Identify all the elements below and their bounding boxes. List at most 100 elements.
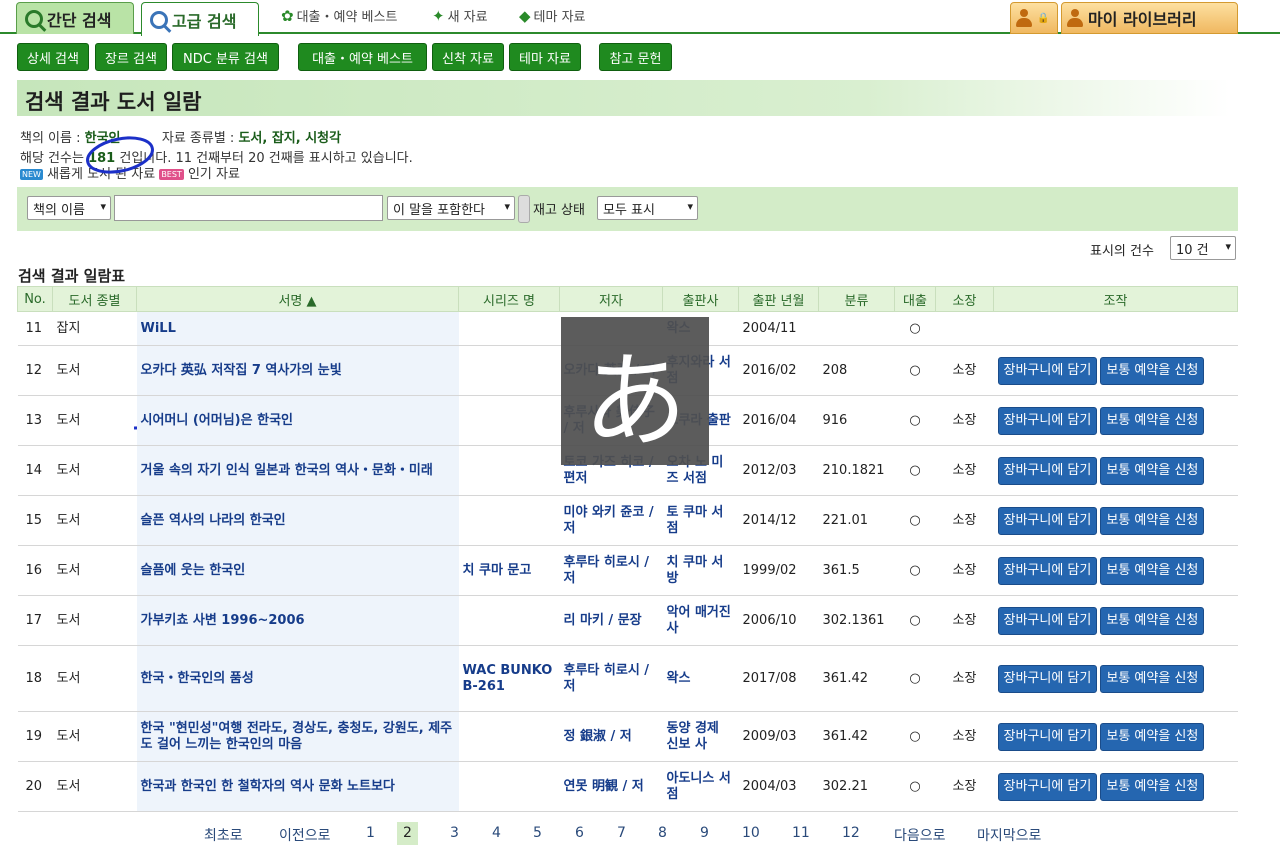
reserve-button[interactable]: 보통 예약을 신청 xyxy=(1100,406,1205,435)
add-to-cart-button[interactable]: 장바구니에 담기 xyxy=(997,406,1098,435)
row-no: 18 xyxy=(17,645,53,712)
row-class: 361.42 xyxy=(818,645,895,712)
add-to-cart-button[interactable]: 장바구니에 담기 xyxy=(997,606,1098,635)
reserve-button[interactable]: 보통 예약을 신청 xyxy=(1100,772,1205,801)
row-no: 20 xyxy=(17,761,53,812)
row-actions: 장바구니에 담기 보통 예약을 신청 xyxy=(993,595,1238,646)
row-date: 2012/03 xyxy=(738,445,819,496)
search-input[interactable] xyxy=(114,195,383,221)
row-publisher[interactable]: 치 쿠마 서방 xyxy=(662,545,739,596)
reserve-button[interactable]: 보통 예약을 신청 xyxy=(1100,456,1205,485)
reserve-button[interactable]: 보통 예약을 신청 xyxy=(1100,664,1205,693)
pager-first[interactable]: 최초로 xyxy=(204,825,243,845)
row-author[interactable]: 리 마키 / 문장 xyxy=(559,595,663,646)
pager-page-current: 2 xyxy=(397,822,418,845)
row-actions: 장바구니에 담기 보통 예약을 신청 xyxy=(993,545,1238,596)
field-select[interactable]: 책의 이름 xyxy=(27,196,111,220)
reserve-button[interactable]: 보통 예약을 신청 xyxy=(1100,722,1205,751)
stock-select[interactable]: 모두 표시 xyxy=(597,196,698,220)
col-date[interactable]: 출판 년월 xyxy=(738,286,819,312)
pager-last[interactable]: 마지막으로 xyxy=(977,825,1041,845)
reserve-button[interactable]: 보통 예약을 신청 xyxy=(1100,606,1205,635)
row-author[interactable]: 미야 와키 쥰코 / 저 xyxy=(559,495,663,546)
row-title-link[interactable]: 한국과 한국인 한 철학자의 역사 문화 노트보다 xyxy=(136,761,459,812)
row-class: 916 xyxy=(818,395,895,446)
row-type: 도서 xyxy=(52,545,137,596)
row-class: 361.5 xyxy=(818,545,895,596)
col-actions: 조작 xyxy=(993,286,1238,312)
row-title-link[interactable]: 한국・한국인의 품성 xyxy=(136,645,459,712)
row-title-link[interactable]: 가부키쵸 사변 1996~2006 xyxy=(136,595,459,646)
row-class: 361.42 xyxy=(818,711,895,762)
pager-next[interactable]: 다음으로 xyxy=(894,825,946,845)
add-to-cart-button[interactable]: 장바구니에 담기 xyxy=(997,722,1098,751)
col-publisher[interactable]: 출판사 xyxy=(662,286,739,312)
row-series xyxy=(458,345,560,396)
pager-page[interactable]: 11 xyxy=(792,825,810,841)
row-type: 도서 xyxy=(52,345,137,396)
pager-page[interactable]: 4 xyxy=(492,825,501,841)
row-author[interactable]: 후루타 히로시 / 저 xyxy=(559,545,663,596)
row-date: 1999/02 xyxy=(738,545,819,596)
col-series[interactable]: 시리즈 명 xyxy=(458,286,560,312)
row-series xyxy=(458,311,560,346)
col-type[interactable]: 도서 종별 xyxy=(52,286,137,312)
row-title-link[interactable]: 한국 "현민성"여행 전라도, 경상도, 충청도, 강원도, 제주도 걸어 느끼… xyxy=(136,711,459,762)
row-title-link[interactable]: WiLL xyxy=(136,311,459,346)
pager-page[interactable]: 10 xyxy=(742,825,760,841)
table-row: 17 도서 가부키쵸 사변 1996~2006 리 마키 / 문장 악어 매거진 사 20… xyxy=(17,595,1238,646)
col-author[interactable]: 저자 xyxy=(559,286,663,312)
row-publisher[interactable]: 토 쿠마 서점 xyxy=(662,495,739,546)
row-title-link[interactable]: 슬픈 역사의 나라의 한국인 xyxy=(136,495,459,546)
pager-page[interactable]: 8 xyxy=(658,825,667,841)
row-actions xyxy=(993,311,1238,346)
reserve-button[interactable]: 보통 예약을 신청 xyxy=(1100,556,1205,585)
row-series xyxy=(458,761,560,812)
pager-page[interactable]: 5 xyxy=(533,825,542,841)
row-title-link[interactable]: 슬픔에 웃는 한국인 xyxy=(136,545,459,596)
reserve-button[interactable]: 보통 예약을 신청 xyxy=(1100,506,1205,535)
match-select[interactable]: 이 말을 포함한다 xyxy=(387,196,515,220)
col-title[interactable]: 서명 ▲ xyxy=(136,286,459,312)
row-title-link[interactable]: 오카다 英弘 저작집 7 역사가의 눈빛 xyxy=(136,345,459,396)
row-date: 2004/03 xyxy=(738,761,819,812)
row-publisher[interactable]: 왁스 xyxy=(662,645,739,712)
table-row: 20 도서 한국과 한국인 한 철학자의 역사 문화 노트보다 연못 明観 / 저 아도… xyxy=(17,761,1238,812)
reserve-button[interactable]: 보통 예약을 신청 xyxy=(1100,356,1205,385)
row-series xyxy=(458,595,560,646)
row-type: 도서 xyxy=(52,711,137,762)
col-class[interactable]: 분류 xyxy=(818,286,895,312)
row-type: 잡지 xyxy=(52,311,137,346)
pager-page[interactable]: 12 xyxy=(842,825,860,841)
add-to-cart-button[interactable]: 장바구니에 담기 xyxy=(997,772,1098,801)
add-to-cart-button[interactable]: 장바구니에 담기 xyxy=(997,664,1098,693)
pager-page[interactable]: 9 xyxy=(700,825,709,841)
row-class: 302.21 xyxy=(818,761,895,812)
pager-page[interactable]: 7 xyxy=(617,825,626,841)
row-publisher[interactable]: 아도니스 서점 xyxy=(662,761,739,812)
row-author[interactable]: 연못 明観 / 저 xyxy=(559,761,663,812)
row-holding: 소장 xyxy=(935,395,994,446)
table-row: 16 도서 슬픔에 웃는 한국인 치 쿠마 문고 후루타 히로시 / 저치 쿠마 서방 1… xyxy=(17,545,1238,596)
row-title-link[interactable]: 시어머니 (어머님)은 한국인 xyxy=(136,395,459,446)
add-to-cart-button[interactable]: 장바구니에 담기 xyxy=(997,556,1098,585)
add-to-cart-button[interactable]: 장바구니에 담기 xyxy=(997,356,1098,385)
pager-page[interactable]: 3 xyxy=(450,825,459,841)
add-to-cart-button[interactable]: 장바구니에 담기 xyxy=(997,456,1098,485)
table-caption: 검색 결과 일람표 xyxy=(18,267,126,285)
pager-page[interactable]: 1 xyxy=(366,825,375,841)
row-publisher[interactable]: 악어 매거진 사 xyxy=(662,595,739,646)
pager-page[interactable]: 6 xyxy=(575,825,584,841)
row-holding: 소장 xyxy=(935,445,994,496)
row-publisher[interactable]: 동양 경제 신보 사 xyxy=(662,711,739,762)
row-author[interactable]: 후루타 히로시 / 저 xyxy=(559,645,663,712)
row-series[interactable]: 치 쿠마 문고 xyxy=(458,545,560,596)
row-title-link[interactable]: 거울 속의 자기 인식 일본과 한국의 역사・문화・미래 xyxy=(136,445,459,496)
row-series[interactable]: WAC BUNKO B-261 xyxy=(458,645,560,712)
scroll-handle[interactable] xyxy=(518,195,530,223)
pager-prev[interactable]: 이전으로 xyxy=(279,825,331,845)
display-count-select[interactable]: 10 건 xyxy=(1170,236,1236,260)
row-loan-status: ○ xyxy=(894,711,936,762)
add-to-cart-button[interactable]: 장바구니에 담기 xyxy=(997,506,1098,535)
row-author[interactable]: 정 銀淑 / 저 xyxy=(559,711,663,762)
